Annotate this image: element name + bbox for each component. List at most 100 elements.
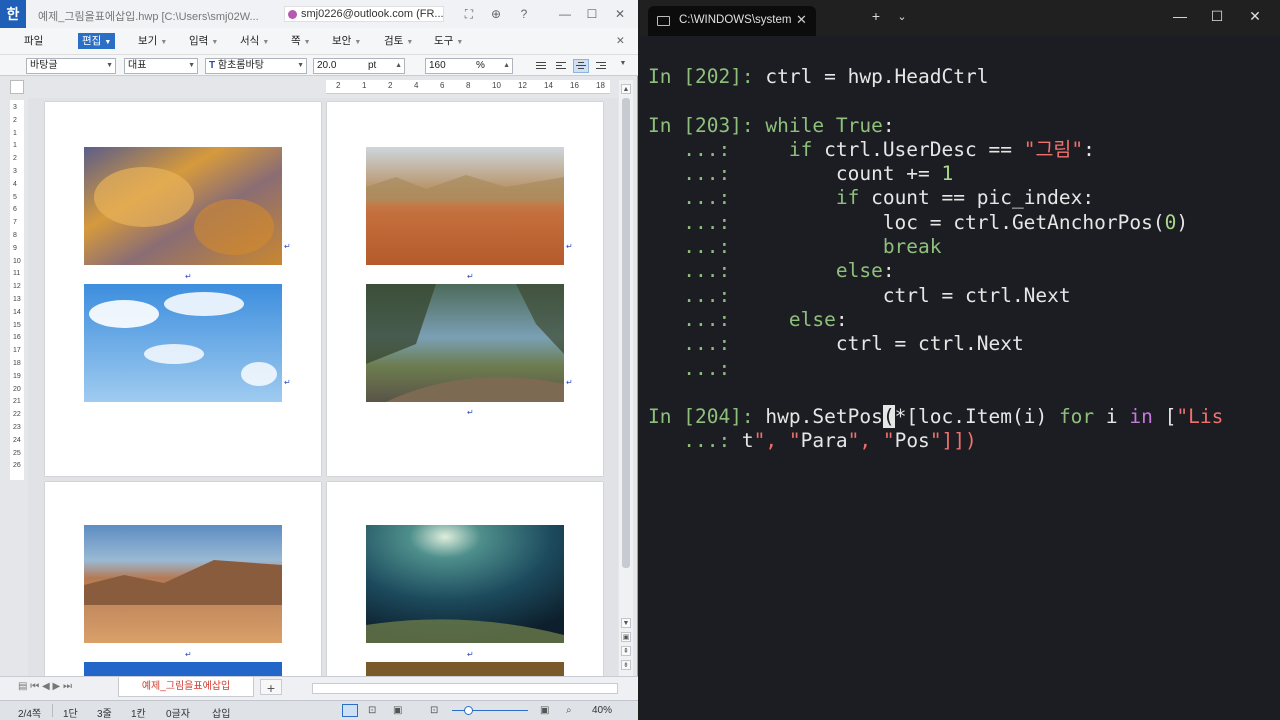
prev-page-icon[interactable]: ⇞ (621, 646, 631, 656)
menu-tools[interactable]: 도구 ▼ (430, 33, 467, 49)
status-page[interactable]: 2/4쪽 (18, 705, 41, 720)
cmd-icon (657, 16, 670, 26)
terminal-tab-title: C:\WINDOWS\system32\cmd (679, 14, 791, 26)
picture-blue-sky[interactable] (84, 284, 282, 402)
close-tab-icon[interactable]: ✕ (796, 12, 807, 28)
menu-page[interactable]: 쪽 ▼ (287, 33, 315, 49)
chevron-down-icon: ▼ (188, 62, 195, 69)
maximize-button[interactable]: ☐ (583, 6, 601, 22)
style-select[interactable]: 바탕글 ▼ (26, 58, 116, 74)
menu-edit[interactable]: 편집 ▼ (78, 33, 116, 49)
ruler-tick-label: 14 (544, 81, 553, 90)
ruler-tick-label: 1 (13, 142, 17, 150)
ruler-tick-label: 20 (13, 385, 21, 393)
chevron-down-icon: ▼ (297, 62, 304, 69)
ruler-corner[interactable] (10, 80, 24, 94)
add-tab-button[interactable]: + (260, 679, 282, 696)
ruler-tick-label: 14 (13, 308, 21, 316)
fullscreen-icon[interactable]: ⛶ (460, 6, 478, 22)
zoom-out-icon[interactable]: ▣ (540, 705, 549, 716)
hwp-logo-icon[interactable]: 한 (0, 0, 26, 28)
page[interactable]: ↵ ↵ ↵ ↵ (327, 102, 603, 476)
menu-security[interactable]: 보안 ▼ (328, 33, 365, 49)
menu-review[interactable]: 검토 ▼ (380, 33, 417, 49)
ruler-tick-label: 8 (13, 232, 17, 239)
terminal-tab[interactable]: C:\WINDOWS\system32\cmd ✕ (648, 6, 816, 36)
document-title: 예제_그림을표에삽입.hwp [C:\Users\smj02W... (38, 11, 259, 23)
ruler-tick-label: 17 (13, 347, 21, 355)
account-label[interactable]: smj0226@outlook.com (FR... (284, 6, 444, 22)
picture-desert[interactable] (366, 147, 564, 265)
picture-canyon[interactable] (84, 525, 282, 643)
more-icon[interactable]: ▼ (617, 59, 629, 73)
status-section: 1단 (63, 709, 78, 720)
page-view-icon[interactable]: ▣ (621, 632, 631, 642)
help-icon[interactable]: ? (515, 6, 533, 22)
web-view-icon[interactable]: ⊡ (368, 705, 376, 716)
align-left-icon[interactable] (553, 59, 569, 73)
ribbon-collapse-icon[interactable]: ✕ (612, 33, 629, 49)
horizontal-scrollbar[interactable] (312, 683, 618, 694)
chevron-down-icon: ▼ (211, 39, 219, 46)
document-area[interactable]: ↵ ↵ ↵ ↵ ↵ ↵ ↵ ↵ ↵ (28, 98, 618, 676)
next-page-icon[interactable]: ⇟ (621, 660, 631, 670)
scroll-up-icon[interactable]: ▲ (621, 84, 631, 94)
ruler-tick-label: 4 (414, 81, 419, 90)
font-select[interactable]: T 함초롬바탕 ▼ (205, 58, 307, 74)
close-button[interactable]: ✕ (1245, 8, 1265, 25)
ruler-tick-label: 6 (440, 81, 445, 90)
search-icon[interactable]: ⌕ (566, 705, 572, 716)
paragraph-mark: ↵ (467, 408, 474, 417)
ruler-tick-label: 1 (13, 129, 17, 137)
chevron-down-icon: ▼ (406, 39, 414, 46)
scroll-thumb[interactable] (622, 98, 630, 568)
status-column: 1칸 (131, 709, 146, 720)
zoom-field[interactable]: 160% ▲ (425, 58, 513, 74)
menu-insert[interactable]: 입력 ▼ (185, 33, 222, 49)
menu-format[interactable]: 서식 ▼ (236, 33, 273, 49)
tab-dropdown-icon[interactable]: ⌄ (892, 10, 912, 23)
font-size-field[interactable]: 20.0 pt ▲ (313, 58, 405, 74)
picture-clouds-sunset[interactable] (84, 147, 282, 265)
page[interactable]: ↵ (45, 482, 321, 676)
menu-view[interactable]: 보기 ▼ (134, 33, 171, 49)
document-tab[interactable]: 예제_그림을표에삽입 (118, 677, 254, 697)
horizontal-ruler[interactable]: 2 1 2 4 6 8 10 12 14 16 18 (326, 80, 610, 94)
new-tab-button[interactable]: + (866, 8, 886, 24)
maximize-button[interactable]: ☐ (1207, 8, 1227, 25)
move-icon[interactable]: ⊕ (487, 6, 505, 22)
align-right-icon[interactable] (593, 59, 609, 73)
align-justify-icon[interactable] (533, 59, 549, 73)
page[interactable]: ↵ ↵ ↵ (45, 102, 321, 476)
paragraph-mark: ↵ (467, 650, 474, 659)
font-icon: T (209, 60, 218, 71)
terminal-output[interactable]: In [202]: ctrl = hwp.HeadCtrl In [203]: … (640, 36, 1280, 720)
ruler-tick-label: 12 (518, 81, 527, 90)
align-center-icon[interactable] (573, 59, 589, 73)
ruler-tick-label: 2 (13, 155, 17, 163)
picture-partial[interactable] (84, 662, 282, 676)
normal-view-icon[interactable] (342, 704, 358, 717)
close-button[interactable]: ✕ (611, 6, 629, 22)
chevron-down-icon: ▼ (456, 39, 464, 46)
ruler-tick-label: 23 (13, 424, 21, 431)
minimize-button[interactable]: — (1170, 8, 1190, 24)
fit-page-icon[interactable]: ⊡ (430, 705, 438, 716)
paragraph-mark: ↵ (566, 378, 573, 387)
minimize-button[interactable]: — (556, 6, 574, 22)
picture-lake-trees[interactable] (366, 284, 564, 402)
status-mode[interactable]: 삽입 (212, 705, 230, 720)
picture-partial[interactable] (366, 662, 564, 676)
ruler-tick-label: 18 (13, 360, 21, 367)
vertical-scrollbar[interactable]: ▲ ▼ ▣ ⇞ ⇟ (619, 80, 633, 676)
zoom-level[interactable]: 40% (592, 705, 612, 716)
picture-underwater[interactable] (366, 525, 564, 643)
menu-file[interactable]: 파일 (20, 33, 47, 49)
zoom-slider-thumb[interactable] (464, 706, 473, 715)
scroll-down-icon[interactable]: ▼ (621, 618, 631, 628)
vertical-ruler[interactable]: 3 2 1 1 2 3 4 5 6 7 8 9 10 11 12 13 14 15 16 17 18 19 20 21 22 23… (10, 100, 24, 480)
page-view-icon[interactable]: ▣ (393, 705, 402, 716)
tab-nav-icon[interactable]: ▤ ⏮ ◀ ▶ ⏭ (18, 681, 72, 692)
page[interactable]: ↵ (327, 482, 603, 676)
language-select[interactable]: 대표 ▼ (124, 58, 198, 74)
